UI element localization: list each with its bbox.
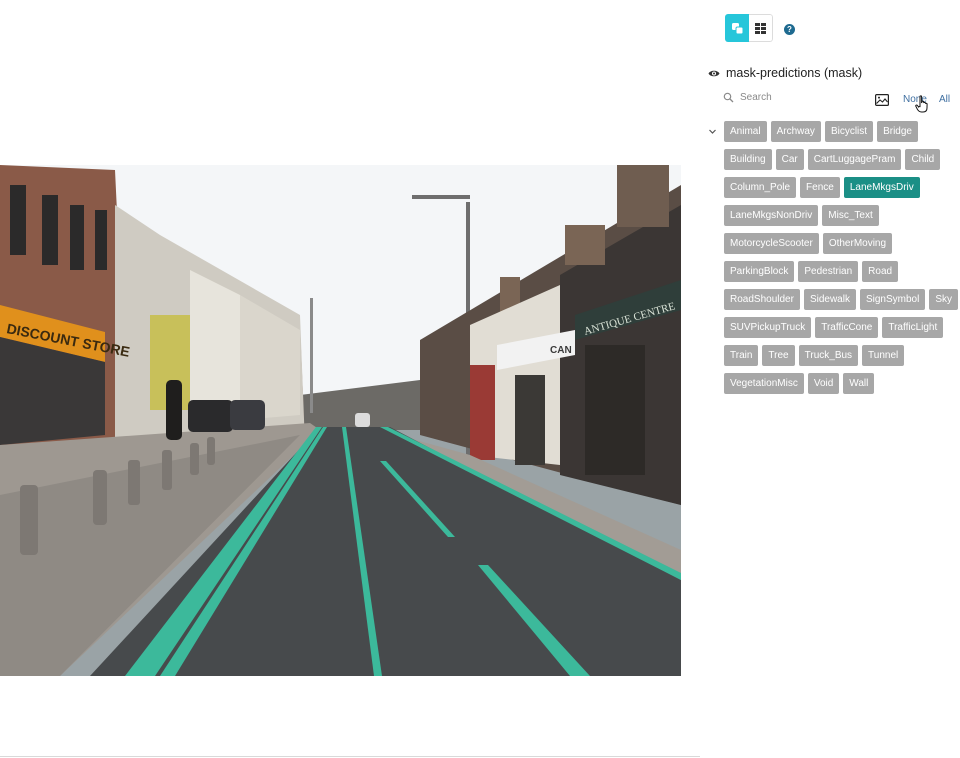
view-mode-toggle	[725, 14, 773, 42]
sample-image[interactable]: DISCOUNT STORE ANTIQUE CENTRE CAN	[0, 165, 681, 676]
label-tag-road[interactable]: Road	[862, 261, 899, 282]
label-tag-signsymbol[interactable]: SignSymbol	[859, 289, 926, 310]
label-tag-vegetationmisc[interactable]: VegetationMisc	[724, 373, 804, 394]
eye-icon[interactable]	[708, 67, 721, 80]
label-tag-truck-bus[interactable]: Truck_Bus	[798, 345, 859, 366]
label-tag-tunnel[interactable]: Tunnel	[862, 345, 905, 366]
label-tag-pedestrian[interactable]: Pedestrian	[798, 261, 859, 282]
search-input[interactable]	[740, 92, 860, 103]
label-tag-tree[interactable]: Tree	[762, 345, 795, 366]
label-tag-parkingblock[interactable]: ParkingBlock	[724, 261, 795, 282]
label-tag-building[interactable]: Building	[724, 149, 772, 170]
label-tag-train[interactable]: Train	[724, 345, 759, 366]
overlay-mode-icon	[731, 22, 743, 34]
label-tag-bridge[interactable]: Bridge	[877, 121, 918, 142]
label-tag-bicyclist[interactable]: Bicyclist	[824, 121, 874, 142]
chevron-down-icon[interactable]	[708, 127, 717, 136]
label-tag-roadshoulder[interactable]: RoadShoulder	[724, 289, 800, 310]
overlay-mode-button[interactable]	[725, 14, 749, 42]
select-all-link[interactable]: All	[939, 94, 950, 105]
label-tag-archway[interactable]: Archway	[770, 121, 821, 142]
hand-cursor-icon	[915, 95, 928, 113]
question-icon[interactable]: ?	[784, 24, 795, 35]
label-tag-wall[interactable]: Wall	[843, 373, 875, 394]
search-icon	[723, 92, 734, 103]
label-tag-othermoving[interactable]: OtherMoving	[822, 233, 893, 254]
label-tag-list: Animal Archway Bicyclist Bridge Building Car C…	[724, 121, 960, 394]
label-tag-misc-text[interactable]: Misc_Text	[822, 205, 879, 226]
label-tag-fence[interactable]: Fence	[800, 177, 840, 198]
label-tag-column-pole[interactable]: Column_Pole	[724, 177, 797, 198]
label-tag-lanemkgsnondriv[interactable]: LaneMkgsNonDriv	[724, 205, 819, 226]
label-tag-void[interactable]: Void	[807, 373, 840, 394]
label-tag-cartluggagepram[interactable]: CartLuggagePram	[807, 149, 902, 170]
grid-mode-icon	[755, 22, 766, 34]
bottom-divider	[0, 756, 700, 757]
label-tag-car[interactable]: Car	[775, 149, 804, 170]
label-tag-sky[interactable]: Sky	[929, 289, 958, 310]
label-tag-trafficcone[interactable]: TrafficCone	[815, 317, 879, 338]
sidebar: ? mask-predictions (mask) None All Anima…	[700, 0, 960, 758]
label-tag-trafficlight[interactable]: TrafficLight	[882, 317, 944, 338]
image-viewer: DISCOUNT STORE ANTIQUE CENTRE CAN	[0, 0, 700, 758]
field-title: mask-predictions (mask)	[726, 66, 863, 80]
label-tag-motorcyclescooter[interactable]: MotorcycleScooter	[724, 233, 819, 254]
label-tag-child[interactable]: Child	[905, 149, 941, 170]
field-header: mask-predictions (mask)	[708, 66, 862, 80]
shop-sign-can: CAN	[550, 345, 572, 356]
label-search	[723, 92, 860, 103]
grid-mode-button[interactable]	[749, 14, 773, 42]
label-tag-lanemkgsdriv[interactable]: LaneMkgsDriv	[843, 177, 920, 198]
image-icon[interactable]	[875, 94, 889, 106]
label-tag-suvpickuptruck[interactable]: SUVPickupTruck	[724, 317, 812, 338]
label-tag-sidewalk[interactable]: Sidewalk	[803, 289, 856, 310]
label-tag-animal[interactable]: Animal	[724, 121, 767, 142]
